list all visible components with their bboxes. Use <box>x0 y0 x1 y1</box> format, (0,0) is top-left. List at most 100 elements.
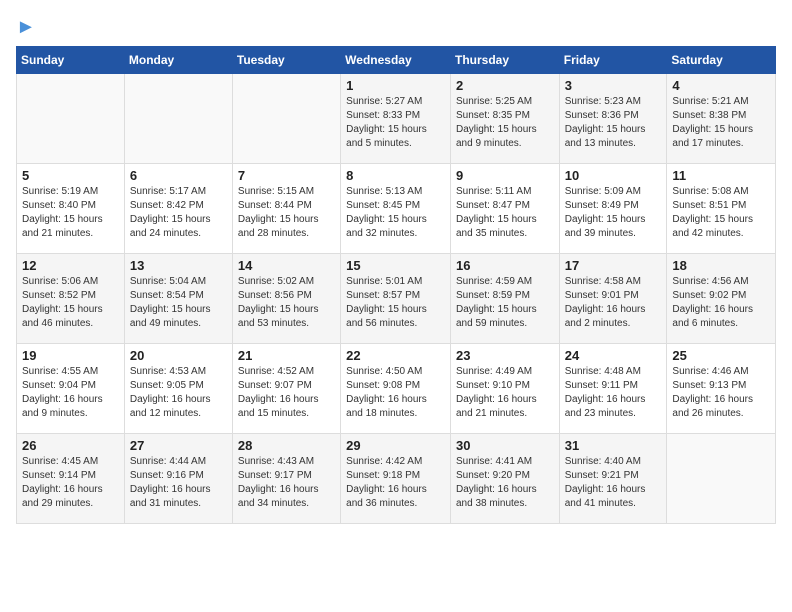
day-number: 29 <box>346 438 445 453</box>
day-number: 27 <box>130 438 227 453</box>
day-number: 10 <box>565 168 662 183</box>
day-info: Sunrise: 4:46 AMSunset: 9:13 PMDaylight:… <box>672 365 770 421</box>
day-number: 12 <box>22 258 119 273</box>
calendar-cell: 15 Sunrise: 5:01 AMSunset: 8:57 PMDayligh… <box>341 254 451 344</box>
day-number: 16 <box>456 258 554 273</box>
logo: ► <box>16 16 36 36</box>
day-info: Sunrise: 4:55 AMSunset: 9:04 PMDaylight:… <box>22 365 119 421</box>
day-info: Sunrise: 5:01 AMSunset: 8:57 PMDaylight:… <box>346 275 445 331</box>
calendar-cell: 23 Sunrise: 4:49 AMSunset: 9:10 PMDayligh… <box>450 344 559 434</box>
calendar-week-row: 26 Sunrise: 4:45 AMSunset: 9:14 PMDayligh… <box>17 434 776 524</box>
day-number: 30 <box>456 438 554 453</box>
day-info: Sunrise: 5:04 AMSunset: 8:54 PMDaylight:… <box>130 275 227 331</box>
day-number: 22 <box>346 348 445 363</box>
calendar-cell: 21 Sunrise: 4:52 AMSunset: 9:07 PMDayligh… <box>232 344 340 434</box>
day-number: 3 <box>565 78 662 93</box>
day-info: Sunrise: 5:27 AMSunset: 8:33 PMDaylight:… <box>346 95 445 151</box>
day-number: 24 <box>565 348 662 363</box>
weekday-header: Sunday <box>17 47 125 74</box>
day-number: 31 <box>565 438 662 453</box>
calendar-cell: 3 Sunrise: 5:23 AMSunset: 8:36 PMDaylight… <box>559 74 667 164</box>
day-info: Sunrise: 4:42 AMSunset: 9:18 PMDaylight:… <box>346 455 445 511</box>
day-number: 26 <box>22 438 119 453</box>
calendar-cell <box>232 74 340 164</box>
day-info: Sunrise: 5:21 AMSunset: 8:38 PMDaylight:… <box>672 95 770 151</box>
day-info: Sunrise: 4:43 AMSunset: 9:17 PMDaylight:… <box>238 455 335 511</box>
day-number: 15 <box>346 258 445 273</box>
day-number: 17 <box>565 258 662 273</box>
calendar-cell: 24 Sunrise: 4:48 AMSunset: 9:11 PMDayligh… <box>559 344 667 434</box>
calendar-cell: 9 Sunrise: 5:11 AMSunset: 8:47 PMDaylight… <box>450 164 559 254</box>
weekday-header: Tuesday <box>232 47 340 74</box>
header: ► <box>16 16 776 36</box>
calendar-cell: 18 Sunrise: 4:56 AMSunset: 9:02 PMDayligh… <box>667 254 776 344</box>
day-number: 19 <box>22 348 119 363</box>
weekday-header: Monday <box>124 47 232 74</box>
day-number: 14 <box>238 258 335 273</box>
day-info: Sunrise: 4:56 AMSunset: 9:02 PMDaylight:… <box>672 275 770 331</box>
day-info: Sunrise: 5:13 AMSunset: 8:45 PMDaylight:… <box>346 185 445 241</box>
day-info: Sunrise: 4:45 AMSunset: 9:14 PMDaylight:… <box>22 455 119 511</box>
calendar-cell: 19 Sunrise: 4:55 AMSunset: 9:04 PMDayligh… <box>17 344 125 434</box>
weekday-header: Saturday <box>667 47 776 74</box>
day-number: 2 <box>456 78 554 93</box>
day-number: 5 <box>22 168 119 183</box>
day-number: 21 <box>238 348 335 363</box>
calendar-cell: 8 Sunrise: 5:13 AMSunset: 8:45 PMDaylight… <box>341 164 451 254</box>
calendar-cell: 17 Sunrise: 4:58 AMSunset: 9:01 PMDayligh… <box>559 254 667 344</box>
day-number: 28 <box>238 438 335 453</box>
day-info: Sunrise: 5:25 AMSunset: 8:35 PMDaylight:… <box>456 95 554 151</box>
calendar-cell: 31Sunrise: 4:40 AMSunset: 9:21 PMDayligh… <box>559 434 667 524</box>
weekday-header: Friday <box>559 47 667 74</box>
day-info: Sunrise: 5:17 AMSunset: 8:42 PMDaylight:… <box>130 185 227 241</box>
calendar-cell <box>667 434 776 524</box>
day-info: Sunrise: 5:19 AMSunset: 8:40 PMDaylight:… <box>22 185 119 241</box>
day-info: Sunrise: 5:15 AMSunset: 8:44 PMDaylight:… <box>238 185 335 241</box>
calendar-table: SundayMondayTuesdayWednesdayThursdayFrid… <box>16 46 776 524</box>
day-info: Sunrise: 4:53 AMSunset: 9:05 PMDaylight:… <box>130 365 227 421</box>
day-number: 1 <box>346 78 445 93</box>
day-number: 11 <box>672 168 770 183</box>
day-number: 7 <box>238 168 335 183</box>
day-number: 9 <box>456 168 554 183</box>
day-info: Sunrise: 5:11 AMSunset: 8:47 PMDaylight:… <box>456 185 554 241</box>
calendar-cell: 12 Sunrise: 5:06 AMSunset: 8:52 PMDayligh… <box>17 254 125 344</box>
day-info: Sunrise: 4:58 AMSunset: 9:01 PMDaylight:… <box>565 275 662 331</box>
day-number: 25 <box>672 348 770 363</box>
calendar-week-row: 19 Sunrise: 4:55 AMSunset: 9:04 PMDayligh… <box>17 344 776 434</box>
day-number: 8 <box>346 168 445 183</box>
calendar-cell: 11 Sunrise: 5:08 AMSunset: 8:51 PMDayligh… <box>667 164 776 254</box>
calendar-cell: 30Sunrise: 4:41 AMSunset: 9:20 PMDayligh… <box>450 434 559 524</box>
calendar-week-row: 5 Sunrise: 5:19 AMSunset: 8:40 PMDaylight… <box>17 164 776 254</box>
calendar-cell: 1 Sunrise: 5:27 AMSunset: 8:33 PMDaylight… <box>341 74 451 164</box>
logo-bird-icon: ► <box>16 16 36 38</box>
day-number: 6 <box>130 168 227 183</box>
day-info: Sunrise: 4:44 AMSunset: 9:16 PMDaylight:… <box>130 455 227 511</box>
day-info: Sunrise: 5:08 AMSunset: 8:51 PMDaylight:… <box>672 185 770 241</box>
calendar-cell: 22Sunrise: 4:50 AMSunset: 9:08 PMDayligh… <box>341 344 451 434</box>
day-info: Sunrise: 5:02 AMSunset: 8:56 PMDaylight:… <box>238 275 335 331</box>
calendar-cell: 13 Sunrise: 5:04 AMSunset: 8:54 PMDayligh… <box>124 254 232 344</box>
weekday-header: Wednesday <box>341 47 451 74</box>
calendar-cell: 10Sunrise: 5:09 AMSunset: 8:49 PMDayligh… <box>559 164 667 254</box>
day-info: Sunrise: 4:52 AMSunset: 9:07 PMDaylight:… <box>238 365 335 421</box>
calendar-body: 1 Sunrise: 5:27 AMSunset: 8:33 PMDaylight… <box>17 74 776 524</box>
day-number: 23 <box>456 348 554 363</box>
calendar-cell: 20 Sunrise: 4:53 AMSunset: 9:05 PMDayligh… <box>124 344 232 434</box>
calendar-week-row: 1 Sunrise: 5:27 AMSunset: 8:33 PMDaylight… <box>17 74 776 164</box>
day-number: 4 <box>672 78 770 93</box>
day-info: Sunrise: 5:06 AMSunset: 8:52 PMDaylight:… <box>22 275 119 331</box>
day-info: Sunrise: 4:48 AMSunset: 9:11 PMDaylight:… <box>565 365 662 421</box>
calendar-cell: 26 Sunrise: 4:45 AMSunset: 9:14 PMDayligh… <box>17 434 125 524</box>
calendar-cell: 2 Sunrise: 5:25 AMSunset: 8:35 PMDaylight… <box>450 74 559 164</box>
day-info: Sunrise: 4:59 AMSunset: 8:59 PMDaylight:… <box>456 275 554 331</box>
calendar-week-row: 12 Sunrise: 5:06 AMSunset: 8:52 PMDayligh… <box>17 254 776 344</box>
day-number: 18 <box>672 258 770 273</box>
day-number: 20 <box>130 348 227 363</box>
calendar-cell <box>124 74 232 164</box>
day-info: Sunrise: 5:23 AMSunset: 8:36 PMDaylight:… <box>565 95 662 151</box>
day-number: 13 <box>130 258 227 273</box>
day-info: Sunrise: 4:49 AMSunset: 9:10 PMDaylight:… <box>456 365 554 421</box>
calendar-cell: 25 Sunrise: 4:46 AMSunset: 9:13 PMDayligh… <box>667 344 776 434</box>
weekday-header: Thursday <box>450 47 559 74</box>
